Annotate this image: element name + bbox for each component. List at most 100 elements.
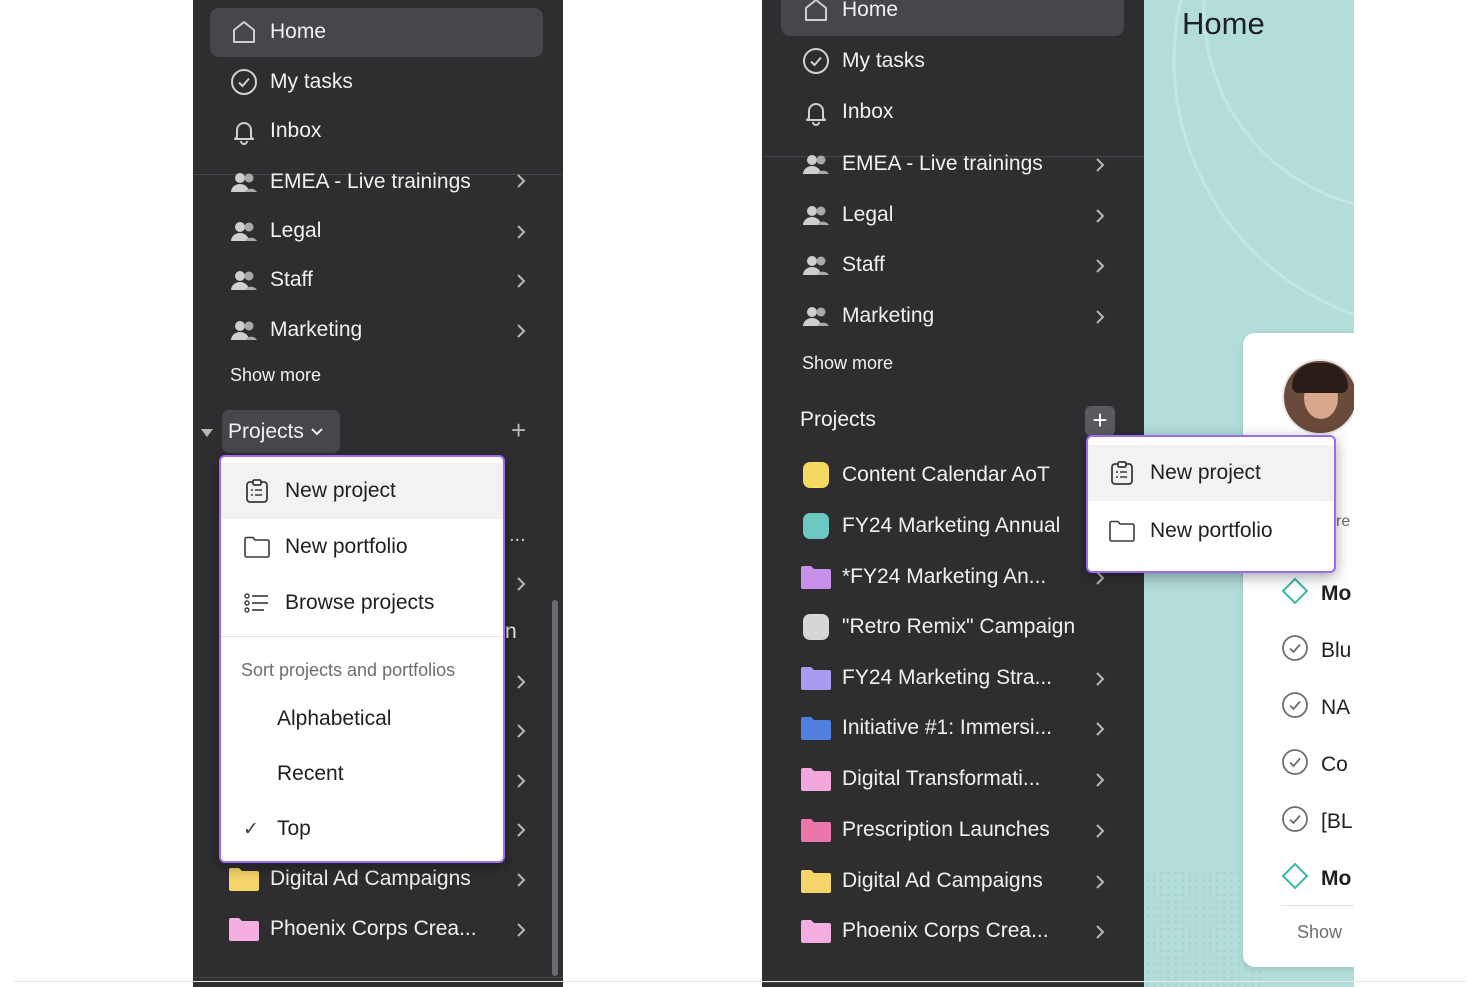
nav-inbox[interactable]: Inbox bbox=[228, 111, 321, 151]
team-icon bbox=[800, 199, 832, 231]
pink-folder-icon bbox=[228, 913, 260, 945]
home-icon bbox=[228, 16, 260, 48]
nav-home[interactable]: Home bbox=[228, 12, 326, 52]
project-label: Digital Ad Campaigns bbox=[270, 867, 471, 890]
project-initiative-1[interactable]: Initiative #1: Immersi... bbox=[800, 708, 1052, 748]
task-row[interactable]: NA bbox=[1281, 691, 1350, 724]
task-row[interactable]: Blu bbox=[1281, 634, 1351, 667]
project-phoenix-corps[interactable]: Phoenix Corps Crea... bbox=[800, 911, 1049, 951]
chevron-right-icon[interactable] bbox=[515, 221, 531, 241]
sort-top[interactable]: ✓ Top bbox=[221, 801, 503, 857]
chevron-right-icon bbox=[515, 770, 531, 790]
team-emea[interactable]: EMEA - Live trainings bbox=[800, 144, 1043, 184]
project-phoenix-corps[interactable]: Phoenix Corps Crea... bbox=[228, 909, 477, 949]
list-icon bbox=[241, 592, 273, 614]
project-label: FY24 Marketing Annual bbox=[842, 514, 1061, 537]
chevron-right-icon[interactable] bbox=[515, 320, 531, 340]
chevron-right-icon bbox=[515, 573, 531, 593]
task-row[interactable]: Co bbox=[1281, 748, 1348, 781]
truncated-text-glyph: n bbox=[505, 620, 517, 643]
check-circle-icon bbox=[228, 66, 260, 98]
menu-new-portfolio[interactable]: New portfolio bbox=[221, 519, 503, 575]
show-more-link[interactable]: Show more bbox=[802, 353, 893, 374]
sort-alphabetical[interactable]: Alphabetical bbox=[221, 691, 503, 747]
team-legal[interactable]: Legal bbox=[800, 195, 893, 235]
lavender-folder-icon bbox=[800, 662, 832, 694]
task-row[interactable]: Mo bbox=[1281, 862, 1351, 895]
collapse-caret-icon[interactable] bbox=[199, 426, 215, 444]
chevron-right-icon[interactable] bbox=[515, 869, 531, 889]
project-label: Phoenix Corps Crea... bbox=[842, 919, 1049, 942]
yellow-folder-icon bbox=[800, 865, 832, 897]
chevron-right-icon[interactable] bbox=[515, 170, 531, 190]
project-fy24-marketing-stra[interactable]: FY24 Marketing Stra... bbox=[800, 658, 1052, 698]
task-row[interactable]: [BL bbox=[1281, 805, 1353, 838]
chevron-right-icon[interactable] bbox=[515, 270, 531, 290]
project-prescription-launches[interactable]: Prescription Launches bbox=[800, 810, 1050, 850]
nav-my-tasks[interactable]: My tasks bbox=[228, 62, 353, 102]
chevron-right-icon[interactable] bbox=[1094, 871, 1110, 891]
teal-swatch-icon bbox=[800, 510, 832, 542]
page-bottom-rule bbox=[14, 981, 1466, 982]
chevron-right-icon[interactable] bbox=[1094, 921, 1110, 941]
menu-new-portfolio[interactable]: New portfolio bbox=[1088, 503, 1334, 559]
team-staff[interactable]: Staff bbox=[800, 245, 885, 285]
team-marketing[interactable]: Marketing bbox=[800, 296, 934, 336]
show-more-link[interactable]: Show more bbox=[230, 365, 321, 386]
project-fy24-marketing-an[interactable]: *FY24 Marketing An... bbox=[800, 557, 1046, 597]
chevron-right-icon[interactable] bbox=[1094, 820, 1110, 840]
nav-home-label: Home bbox=[270, 20, 327, 43]
task-row[interactable]: Mo bbox=[1281, 577, 1351, 610]
project-fy24-annual[interactable]: FY24 Marketing Annual bbox=[800, 506, 1060, 546]
projects-header-button[interactable]: Projects bbox=[222, 410, 340, 453]
scrollbar-thumb[interactable] bbox=[552, 600, 558, 976]
nav-inbox-label: Inbox bbox=[270, 119, 322, 142]
nav-my-tasks[interactable]: My tasks bbox=[800, 41, 925, 81]
sort-alphabetical-label: Alphabetical bbox=[277, 707, 392, 730]
chevron-right-icon[interactable] bbox=[1094, 255, 1110, 275]
team-marketing[interactable]: Marketing bbox=[228, 310, 362, 350]
left-sidebar: Home My tasks Inbox EMEA - Live training… bbox=[193, 0, 563, 987]
chevron-right-icon[interactable] bbox=[1094, 154, 1110, 174]
add-project-button[interactable]: + bbox=[511, 416, 526, 444]
bell-icon bbox=[800, 96, 832, 128]
team-emea-label: EMEA - Live trainings bbox=[270, 170, 471, 193]
project-content-calendar[interactable]: Content Calendar AoT bbox=[800, 455, 1050, 495]
avatar[interactable] bbox=[1282, 359, 1354, 435]
project-digital-ad-campaigns[interactable]: Digital Ad Campaigns bbox=[228, 859, 471, 899]
project-digital-transformation[interactable]: Digital Transformati... bbox=[800, 759, 1040, 799]
chevron-right-icon[interactable] bbox=[1094, 668, 1110, 688]
menu-new-project[interactable]: New project bbox=[221, 463, 503, 519]
bell-icon bbox=[228, 115, 260, 147]
project-retro-remix[interactable]: "Retro Remix" Campaign bbox=[800, 607, 1075, 647]
purple-folder-icon bbox=[800, 561, 832, 593]
sort-recent[interactable]: Recent bbox=[221, 746, 503, 802]
home-icon bbox=[800, 0, 832, 26]
project-label: "Retro Remix" Campaign bbox=[842, 615, 1076, 638]
chevron-right-icon[interactable] bbox=[1094, 205, 1110, 225]
menu-browse-projects[interactable]: Browse projects bbox=[221, 575, 503, 631]
team-emea[interactable]: EMEA - Live trainings bbox=[228, 162, 471, 202]
check-circle-icon bbox=[1281, 805, 1309, 838]
milestone-icon bbox=[1281, 862, 1309, 895]
yellow-folder-icon bbox=[228, 863, 260, 895]
nav-home[interactable]: Home bbox=[800, 0, 898, 30]
menu-new-project[interactable]: New project bbox=[1088, 445, 1334, 501]
chevron-right-icon[interactable] bbox=[1094, 306, 1110, 326]
team-icon bbox=[228, 166, 260, 198]
show-link[interactable]: Show bbox=[1297, 922, 1342, 943]
chevron-right-icon bbox=[515, 671, 531, 691]
chevron-right-icon[interactable] bbox=[1094, 769, 1110, 789]
chevron-right-icon[interactable] bbox=[1094, 718, 1110, 738]
team-legal[interactable]: Legal bbox=[228, 211, 321, 251]
check-circle-icon bbox=[1281, 691, 1309, 724]
project-digital-ad-campaigns[interactable]: Digital Ad Campaigns bbox=[800, 861, 1043, 901]
home-card: re Mo Blu NA Co [BL Mo Show bbox=[1243, 333, 1354, 967]
bottom-divider bbox=[762, 982, 1144, 983]
menu-new-project-label: New project bbox=[1150, 461, 1261, 484]
team-staff[interactable]: Staff bbox=[228, 260, 313, 300]
nav-inbox[interactable]: Inbox bbox=[800, 92, 893, 132]
add-project-button[interactable]: + bbox=[1085, 406, 1115, 436]
project-label: Digital Ad Campaigns bbox=[842, 869, 1043, 892]
chevron-right-icon[interactable] bbox=[515, 919, 531, 939]
